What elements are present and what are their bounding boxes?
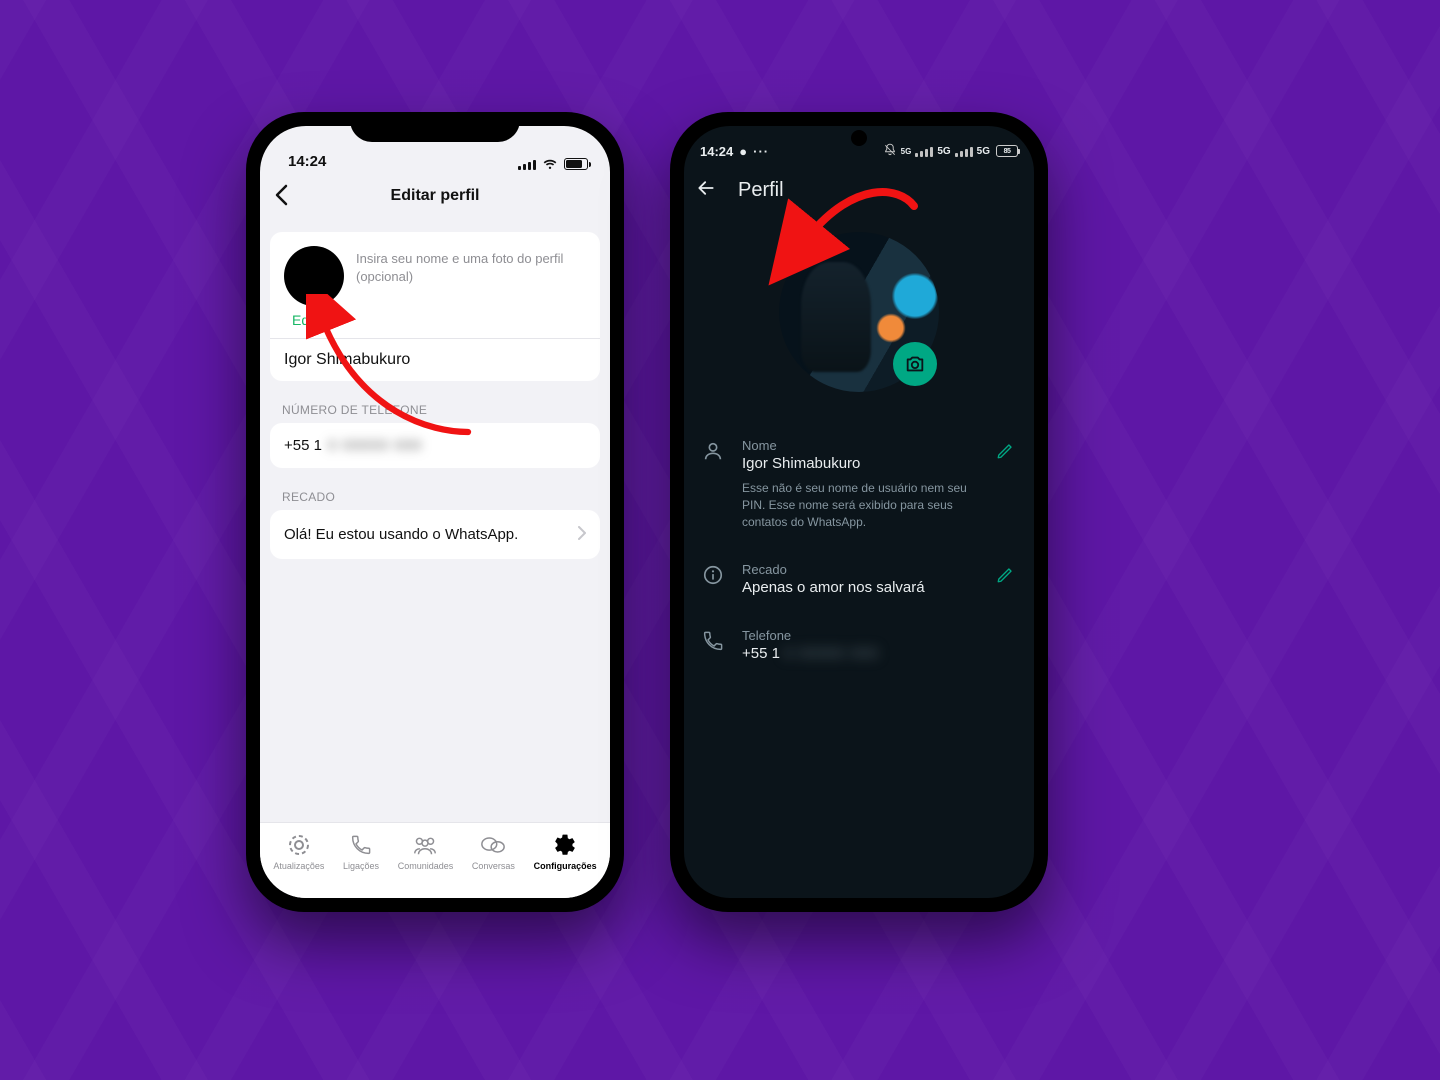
tab-updates[interactable]: Atualizações bbox=[273, 833, 324, 871]
about-row[interactable]: Olá! Eu estou usando o WhatsApp. bbox=[270, 510, 600, 559]
section-label-phone: NÚMERO DE TELEFONE bbox=[282, 403, 588, 417]
page-title: Editar perfil bbox=[391, 187, 480, 205]
phone-frame-android: 14:24 ● ··· 5G 5G 5G 85 bbox=[670, 112, 1048, 912]
tab-calls[interactable]: Ligações bbox=[343, 833, 379, 871]
battery-icon bbox=[564, 158, 588, 170]
tab-chats[interactable]: Conversas bbox=[472, 833, 515, 871]
name-row[interactable]: Nome Igor Shimabukuro Esse não é seu nom… bbox=[702, 422, 1016, 546]
back-button[interactable] bbox=[274, 184, 288, 210]
status-time: 14:24 bbox=[288, 153, 326, 170]
wifi-icon bbox=[542, 158, 558, 170]
phone-row[interactable]: Telefone +55 1 0 00000 000 bbox=[702, 612, 1016, 678]
phone-prefix: +55 1 bbox=[742, 645, 780, 662]
person-icon bbox=[702, 440, 724, 467]
nav-bar: Editar perfil bbox=[260, 174, 610, 218]
pencil-icon bbox=[996, 566, 1014, 584]
row-label: Recado bbox=[742, 562, 978, 577]
profile-card: Insira seu nome e uma foto do perfil (op… bbox=[270, 232, 600, 381]
tab-label: Conversas bbox=[472, 861, 515, 871]
cellular-icon bbox=[518, 159, 536, 170]
avatar-desc: Insira seu nome e uma foto do perfil (op… bbox=[356, 246, 586, 286]
section-label-about: RECADO bbox=[282, 490, 588, 504]
communities-icon bbox=[412, 833, 438, 857]
chats-icon bbox=[480, 833, 506, 857]
edit-name-button[interactable] bbox=[996, 442, 1016, 465]
about-value: Olá! Eu estou usando o WhatsApp. bbox=[284, 526, 518, 543]
back-button[interactable] bbox=[696, 178, 716, 203]
status-time: 14:24 bbox=[700, 144, 733, 159]
page-title: Perfil bbox=[738, 179, 784, 202]
row-hint: Esse não é seu nome de usuário nem seu P… bbox=[742, 480, 978, 530]
edit-photo-link[interactable]: Editar bbox=[292, 312, 586, 328]
row-value: Apenas o amor nos salvará bbox=[742, 579, 978, 596]
status-more-icon: ··· bbox=[753, 144, 769, 159]
tab-label: Comunidades bbox=[398, 861, 454, 871]
tab-settings[interactable]: Configurações bbox=[534, 833, 597, 871]
tab-label: Configurações bbox=[534, 861, 597, 871]
row-label: Telefone bbox=[742, 628, 1016, 643]
phone-hidden: 0 00000 000 bbox=[328, 437, 422, 454]
phone-icon bbox=[350, 833, 372, 857]
phone-frame-ios: 14:24 Editar perfil bbox=[246, 112, 624, 912]
phone-icon bbox=[702, 630, 724, 657]
notch bbox=[350, 112, 520, 142]
row-value: Igor Shimabukuro bbox=[742, 455, 978, 472]
tab-label: Atualizações bbox=[273, 861, 324, 871]
about-row[interactable]: Recado Apenas o amor nos salvará bbox=[702, 546, 1016, 612]
chevron-left-icon bbox=[274, 184, 288, 206]
tab-communities[interactable]: Comunidades bbox=[398, 833, 454, 871]
network-label: 5G bbox=[937, 146, 950, 157]
cellular-icon bbox=[915, 146, 933, 157]
battery-icon: 85 bbox=[996, 145, 1018, 157]
name-field[interactable]: Igor Shimabukuro bbox=[270, 339, 600, 381]
row-label: Nome bbox=[742, 438, 978, 453]
info-icon bbox=[702, 564, 724, 591]
pencil-icon bbox=[996, 442, 1014, 460]
tab-label: Ligações bbox=[343, 861, 379, 871]
dnd-icon bbox=[883, 143, 897, 160]
arrow-left-icon bbox=[696, 178, 716, 198]
phone-row[interactable]: +55 1 0 00000 000 bbox=[270, 423, 600, 468]
nav-bar: Perfil bbox=[684, 166, 1034, 214]
phone-prefix: +55 1 bbox=[284, 437, 322, 454]
gear-icon bbox=[553, 833, 577, 857]
change-photo-button[interactable] bbox=[893, 342, 937, 386]
status-dot-icon: ● bbox=[739, 144, 747, 159]
avatar-area bbox=[684, 232, 1034, 392]
tab-bar: Atualizações Ligações Comunidades bbox=[260, 822, 610, 898]
cellular-icon-2 bbox=[955, 146, 973, 157]
punch-hole-camera bbox=[851, 130, 867, 146]
network-label-2: 5G bbox=[977, 146, 990, 157]
status-ring-icon bbox=[287, 833, 311, 857]
edit-about-button[interactable] bbox=[996, 566, 1016, 589]
chevron-right-icon bbox=[578, 524, 586, 545]
volte-icon: 5G bbox=[901, 147, 912, 156]
avatar-placeholder[interactable] bbox=[284, 246, 344, 306]
phone-hidden: 0 00000 000 bbox=[784, 645, 878, 662]
camera-icon bbox=[904, 353, 926, 375]
